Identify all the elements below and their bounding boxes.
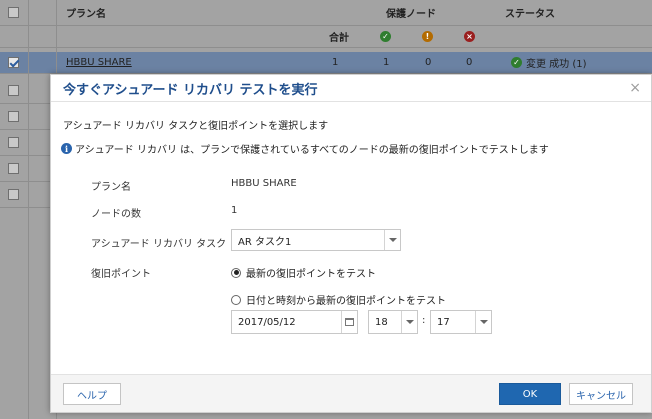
calendar-button[interactable] (341, 311, 357, 333)
row-checkbox[interactable] (8, 189, 19, 200)
row-checkbox[interactable] (8, 85, 19, 96)
date-value: 2017/05/12 (238, 316, 296, 328)
select-all-checkbox[interactable] (8, 7, 19, 18)
row-warn-count: 0 (425, 57, 432, 68)
column-total: 合計 (329, 33, 349, 44)
radio-latest[interactable]: 最新の復旧ポイントをテスト (231, 265, 376, 280)
calendar-icon (345, 318, 354, 326)
plan-name-label: プラン名 (91, 182, 131, 193)
close-icon[interactable]: × (629, 80, 641, 96)
help-button[interactable]: ヘルプ (63, 383, 121, 405)
radio-from-date[interactable]: 日付と時刻から最新の復旧ポイントをテスト (231, 292, 446, 307)
node-count-label: ノードの数 (91, 209, 141, 220)
table-header: プラン名 保護ノード ステータス (0, 0, 652, 26)
assured-recovery-dialog: 今すぐアシュアード リカバリ テストを実行 × アシュアード リカバリ タスクと… (50, 74, 652, 413)
radio-from-date-button[interactable] (231, 294, 241, 305)
check-circle-icon: ✓ (380, 31, 391, 42)
row-total: 1 (332, 57, 339, 68)
radio-latest-button[interactable] (231, 267, 241, 278)
dialog-footer: ヘルプ OK キャンセル (51, 374, 651, 412)
info-text: アシュアード リカバリ は、プランで保護されているすべてのノードの最新の復旧ポイ… (75, 145, 549, 156)
row-checkbox[interactable] (8, 163, 19, 174)
info-icon: i (61, 143, 72, 154)
chevron-down-icon[interactable] (475, 311, 491, 333)
column-plan-name[interactable]: プラン名 (66, 0, 106, 25)
dialog-body: アシュアード リカバリ タスクと復旧ポイントを選択します i アシュアード リカ… (51, 103, 651, 374)
row-checkbox[interactable] (8, 57, 19, 68)
hour-select[interactable]: 18 (368, 310, 418, 334)
instruction-text: アシュアード リカバリ タスクと復旧ポイントを選択します (63, 121, 329, 132)
plan-name-value: HBBU SHARE (231, 178, 297, 189)
column-protected-nodes: 保護ノード (386, 9, 436, 20)
table-subheader: 合計 ✓ ! × (0, 26, 652, 48)
warning-circle-icon: ! (422, 31, 433, 42)
task-select[interactable]: AR タスク1 (231, 229, 401, 251)
ok-button[interactable]: OK (499, 383, 561, 405)
column-status[interactable]: ステータス (505, 0, 555, 25)
task-select-value: AR タスク1 (238, 236, 292, 248)
row-checkbox[interactable] (8, 111, 19, 122)
error-circle-icon: × (464, 31, 475, 42)
time-separator: : (422, 315, 426, 326)
recovery-point-label: 復旧ポイント (91, 269, 151, 280)
chevron-down-icon[interactable] (384, 230, 400, 250)
node-count-value: 1 (231, 205, 238, 216)
row-status: 変更 成功 (1) (526, 59, 587, 70)
row-ok-count: 1 (383, 57, 390, 68)
radio-latest-label[interactable]: 最新の復旧ポイントをテスト (246, 265, 376, 280)
task-label: アシュアード リカバリ タスク (91, 239, 227, 250)
row-checkbox[interactable] (8, 137, 19, 148)
info-message: i アシュアード リカバリ は、プランで保護されているすべてのノードの最新の復旧… (61, 141, 549, 156)
dialog-title: 今すぐアシュアード リカバリ テストを実行 (51, 75, 651, 102)
date-input[interactable]: 2017/05/12 (231, 310, 358, 334)
cancel-button[interactable]: キャンセル (569, 383, 633, 405)
minute-value: 17 (437, 316, 450, 328)
minute-select[interactable]: 17 (430, 310, 492, 334)
table-row[interactable]: HBBU SHARE 1 1 0 0 ✓ 変更 成功 (1) (0, 52, 652, 74)
plan-link[interactable]: HBBU SHARE (66, 52, 132, 73)
chevron-down-icon[interactable] (401, 311, 417, 333)
hour-value: 18 (375, 316, 388, 328)
radio-from-date-label[interactable]: 日付と時刻から最新の復旧ポイントをテスト (246, 292, 446, 307)
row-error-count: 0 (466, 57, 473, 68)
check-circle-icon: ✓ (511, 57, 522, 68)
